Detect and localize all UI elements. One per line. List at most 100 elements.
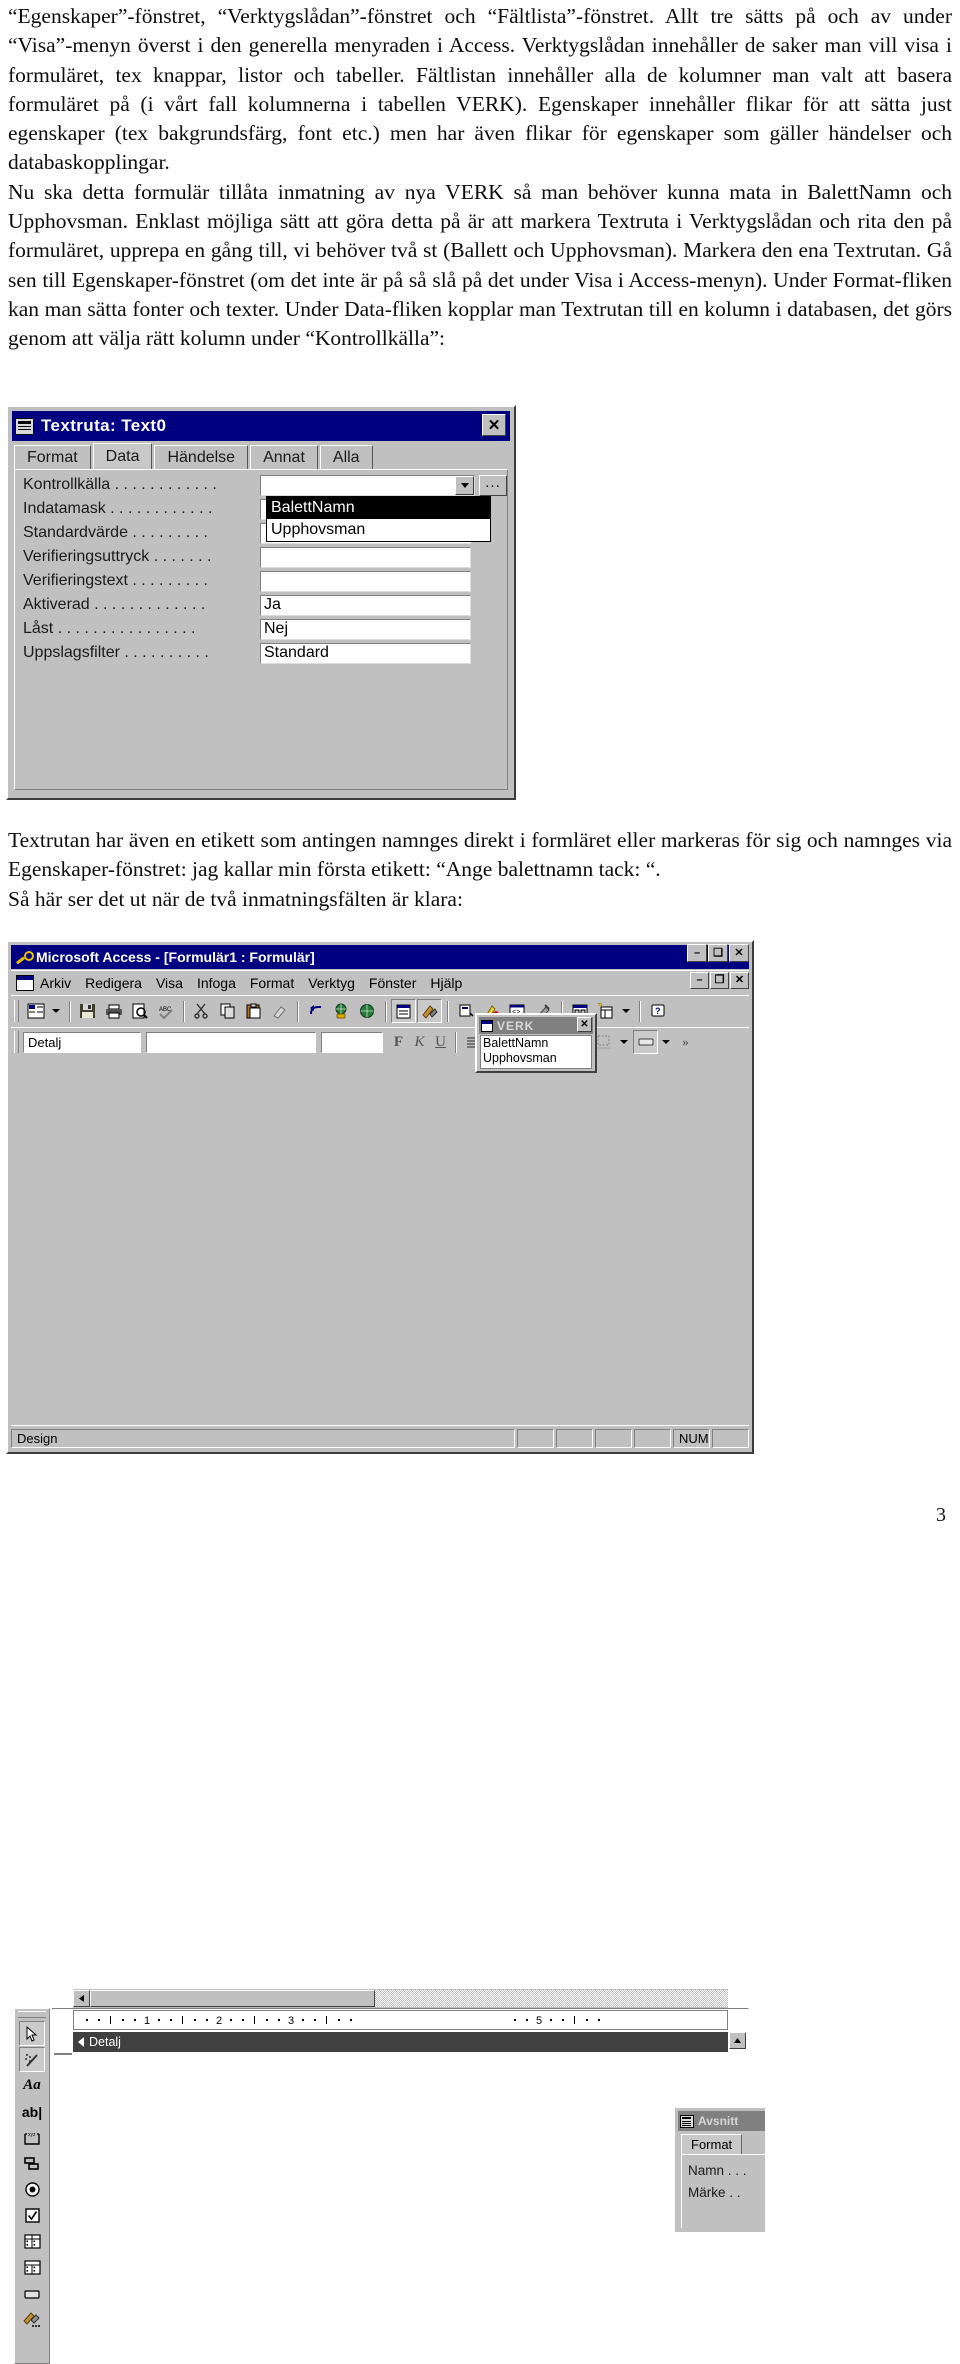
- toolbar-grip[interactable]: [14, 1031, 19, 1053]
- form-design-surface[interactable]: 1 2 3 5 Detalj: [52, 1989, 749, 2055]
- control-wizards-wand-icon[interactable]: [19, 2047, 45, 2072]
- option-button-icon[interactable]: [19, 2177, 45, 2202]
- minimize-icon[interactable]: –: [687, 944, 707, 962]
- maximize-icon[interactable]: ❑: [708, 944, 728, 962]
- tab-annat[interactable]: Annat: [250, 445, 318, 470]
- format-painter-icon[interactable]: [267, 999, 292, 1023]
- toolbar-grip[interactable]: [14, 1000, 19, 1022]
- section-header-detalj[interactable]: Detalj: [73, 2032, 728, 2052]
- scrollbar-track[interactable]: [375, 1990, 728, 2007]
- font-size-combo[interactable]: [321, 1031, 383, 1053]
- menu-item-arkiv[interactable]: Arkiv: [40, 975, 71, 991]
- property-value-uppslagsfilter[interactable]: Standard: [260, 642, 471, 664]
- property-value-verifieringstext[interactable]: [260, 570, 471, 592]
- textbox-properties-window[interactable]: Textruta: Text0 ✕ Format Data Händelse A…: [6, 405, 516, 800]
- section-property-marke[interactable]: Märke . .: [682, 2181, 765, 2203]
- property-row-aktiverad[interactable]: Aktiverad . . . . . . . . . . . . . Ja: [15, 593, 507, 617]
- property-value-aktiverad[interactable]: Ja: [260, 594, 471, 616]
- tab-data[interactable]: Data: [92, 443, 153, 470]
- field-list-item-balettnamn[interactable]: BalettNamn: [483, 1036, 591, 1051]
- special-effect-icon[interactable]: [633, 1030, 658, 1054]
- new-object-dropdown-arrow-icon[interactable]: [619, 999, 632, 1023]
- text-box-icon[interactable]: ab|: [19, 2099, 45, 2124]
- doc-close-icon[interactable]: ✕: [730, 972, 749, 989]
- field-list-items[interactable]: BalettNamn Upphovsman: [480, 1035, 592, 1069]
- properties-tabstrip[interactable]: Format Data Händelse Annat Alla: [14, 443, 508, 470]
- view-design-icon[interactable]: [23, 999, 48, 1023]
- kontrollkalla-dropdown-list[interactable]: BalettNamn Upphovsman: [266, 496, 491, 542]
- view-dropdown-arrow-icon[interactable]: [49, 999, 62, 1023]
- toolbox-icon[interactable]: [417, 999, 442, 1023]
- check-box-icon[interactable]: [19, 2203, 45, 2228]
- menu-item-redigera[interactable]: Redigera: [85, 975, 142, 991]
- print-preview-icon[interactable]: [127, 999, 152, 1023]
- document-window-buttons[interactable]: – ❐ ✕: [690, 972, 749, 989]
- underline-button[interactable]: U: [430, 1031, 451, 1053]
- menu-bar[interactable]: Arkiv Redigera Visa Infoga Format Verkty…: [11, 970, 749, 994]
- property-row-verifieringstext[interactable]: Verifieringstext . . . . . . . . .: [15, 569, 507, 593]
- print-icon[interactable]: [101, 999, 126, 1023]
- scroll-left-icon[interactable]: [73, 1990, 90, 2007]
- menu-item-visa[interactable]: Visa: [156, 975, 183, 991]
- property-row-uppslagsfilter[interactable]: Uppslagsfilter . . . . . . . . . . Stand…: [15, 641, 507, 665]
- menu-item-format[interactable]: Format: [250, 975, 294, 991]
- formatting-toolbar[interactable]: Detalj F K U »: [11, 1027, 749, 1056]
- list-box-icon[interactable]: [19, 2255, 45, 2280]
- microsoft-access-window[interactable]: Microsoft Access - [Formulär1 : Formulär…: [6, 940, 765, 2364]
- menu-item-fonster[interactable]: Fönster: [369, 975, 416, 991]
- web-toolbar-icon[interactable]: [355, 999, 380, 1023]
- field-list-window-verk[interactable]: VERK ✕ BalettNamn Upphovsman: [475, 1013, 597, 1073]
- save-icon[interactable]: [75, 999, 100, 1023]
- section-property-namn[interactable]: Namn . . .: [682, 2159, 765, 2181]
- scrollbar-thumb[interactable]: [90, 1990, 375, 2007]
- paste-icon[interactable]: [241, 999, 266, 1023]
- close-icon[interactable]: ✕: [482, 414, 506, 436]
- builder-button[interactable]: ...: [479, 474, 507, 496]
- property-row-verifieringsuttryck[interactable]: Verifieringsuttryck . . . . . . .: [15, 545, 507, 569]
- line-color-dropdown-arrow-icon[interactable]: [617, 1030, 630, 1054]
- tab-handelse[interactable]: Händelse: [154, 445, 249, 470]
- section-properties-window[interactable]: Avsnitt Format Namn . . . Märke . .: [673, 2106, 765, 2232]
- tab-alla[interactable]: Alla: [319, 445, 373, 470]
- field-list-icon[interactable]: [391, 999, 416, 1023]
- menu-item-infoga[interactable]: Infoga: [197, 975, 236, 991]
- doc-restore-icon[interactable]: ❐: [710, 972, 729, 989]
- toggle-button-icon[interactable]: [19, 2151, 45, 2176]
- font-name-combo[interactable]: [146, 1031, 316, 1053]
- doc-minimize-icon[interactable]: –: [690, 972, 709, 989]
- menu-item-verktyg[interactable]: Verktyg: [308, 975, 355, 991]
- select-objects-pointer-icon[interactable]: [19, 2021, 45, 2046]
- bold-button[interactable]: F: [388, 1031, 409, 1053]
- menu-item-hjalp[interactable]: Hjälp: [430, 975, 462, 991]
- chevron-down-icon[interactable]: [455, 475, 474, 495]
- property-row-kontrollkalla[interactable]: Kontrollkälla . . . . . . . . . . . . ..…: [15, 473, 507, 497]
- undo-icon[interactable]: [303, 999, 328, 1023]
- command-button-icon[interactable]: [19, 2281, 45, 2306]
- property-value-verifieringsuttryck[interactable]: [260, 546, 471, 568]
- field-list-item-upphovsman[interactable]: Upphovsman: [483, 1051, 591, 1066]
- cut-icon[interactable]: [189, 999, 214, 1023]
- section-properties-tabstrip[interactable]: Format: [681, 2134, 765, 2154]
- combo-box-icon[interactable]: [19, 2229, 45, 2254]
- more-buttons-icon[interactable]: »: [675, 1031, 696, 1053]
- dropdown-option-balettnamn[interactable]: BalettNamn: [267, 497, 490, 519]
- horizontal-scrollbar[interactable]: [73, 1989, 728, 2008]
- close-icon[interactable]: ✕: [577, 1017, 592, 1032]
- toolbox-palette[interactable]: Aa ab| xyz: [14, 2008, 50, 2364]
- property-value-last[interactable]: Nej: [260, 618, 471, 640]
- insert-hyperlink-icon[interactable]: [329, 999, 354, 1023]
- dropdown-option-upphovsman[interactable]: Upphovsman: [267, 519, 490, 541]
- tab-format[interactable]: Format: [14, 445, 91, 470]
- close-icon[interactable]: ✕: [729, 944, 749, 962]
- property-row-last[interactable]: Låst . . . . . . . . . . . . . . . . Nej: [15, 617, 507, 641]
- more-controls-icon[interactable]: [19, 2307, 45, 2332]
- main-toolbar[interactable]: ABC ?: [11, 995, 749, 1026]
- tab-format[interactable]: Format: [681, 2134, 743, 2154]
- italic-button[interactable]: K: [409, 1031, 430, 1053]
- spelling-icon[interactable]: ABC: [153, 999, 178, 1023]
- toolbox-grip[interactable]: [18, 2011, 46, 2018]
- property-value-kontrollkalla[interactable]: [260, 474, 475, 496]
- option-group-icon[interactable]: xyz: [19, 2125, 45, 2150]
- object-select-combo[interactable]: Detalj: [23, 1031, 141, 1053]
- label-icon[interactable]: Aa: [19, 2073, 45, 2098]
